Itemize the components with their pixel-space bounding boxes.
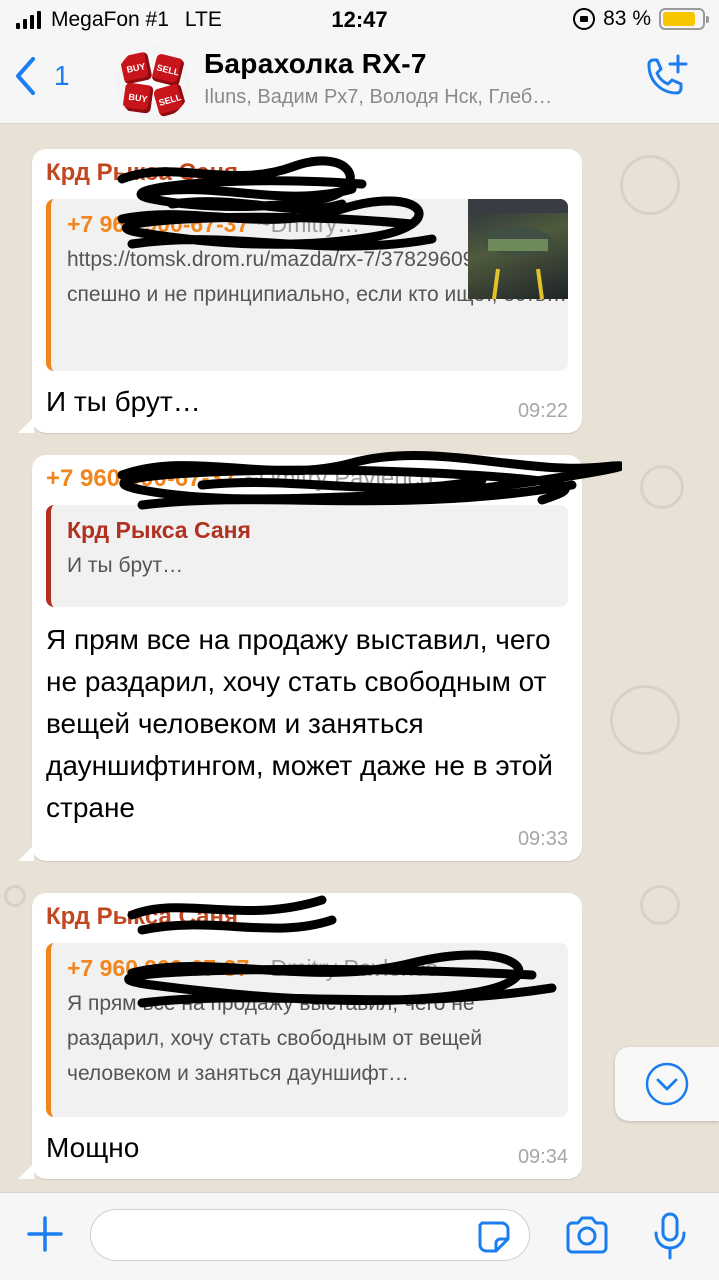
quoted-message[interactable]: +7 960 900-67-37 ~Dmitry Pavlenco Я прям … bbox=[46, 943, 568, 1117]
message-text: Мощно bbox=[46, 1132, 140, 1163]
attach-button[interactable] bbox=[24, 1213, 66, 1260]
wallpaper-doodle bbox=[620, 155, 680, 215]
avatar-dice: SELL bbox=[152, 82, 188, 118]
link-preview-thumbnail bbox=[468, 199, 568, 300]
chat-title: Барахолка RX-7 bbox=[204, 48, 427, 79]
battery-icon bbox=[659, 8, 709, 30]
scroll-to-bottom-button[interactable] bbox=[615, 1047, 719, 1121]
quoted-message[interactable]: Крд Рыкса Саня И ты брут… bbox=[46, 505, 568, 607]
wallpaper-doodle bbox=[610, 685, 680, 755]
back-button[interactable]: 1 bbox=[14, 56, 70, 96]
sticker-button[interactable] bbox=[476, 1219, 512, 1260]
message-time: 09:22 bbox=[517, 400, 568, 422]
message-list[interactable]: Крд Рыкса Саня +7 960 900-67-37 ~Dmitry… … bbox=[0, 125, 719, 1192]
avatar-dice: SELL bbox=[151, 53, 185, 87]
quoted-message[interactable]: +7 960 900-67-37 ~Dmitry… https://tomsk.d… bbox=[46, 199, 568, 371]
plus-icon bbox=[27, 1216, 63, 1252]
microphone-button[interactable] bbox=[652, 1211, 688, 1266]
wallpaper-doodle bbox=[640, 885, 680, 925]
camera-button[interactable] bbox=[564, 1215, 610, 1260]
rotation-lock-icon bbox=[573, 8, 596, 30]
call-add-icon bbox=[647, 54, 688, 95]
status-bar: MegaFon #1 LTE 12:47 83 % bbox=[0, 0, 719, 40]
quote-author: +7 960 900-67-37 ~Dmitry Pavlenco bbox=[67, 955, 439, 981]
chat-members: Iluns, Вадим Px7, Володя Нск, Глеб… bbox=[204, 86, 553, 108]
bubble-tail bbox=[18, 1163, 34, 1179]
quote-text: Я прям все на продажу выставил, чего не … bbox=[67, 992, 483, 1085]
message-input[interactable] bbox=[90, 1209, 530, 1261]
camera-icon bbox=[566, 1216, 608, 1254]
wallpaper-doodle bbox=[640, 465, 684, 509]
message-bubble[interactable]: Крд Рыкса Саня +7 960 900-67-37 ~Dmitry… … bbox=[18, 149, 582, 433]
wallpaper-doodle bbox=[4, 885, 26, 907]
message-time: 09:34 bbox=[517, 1146, 568, 1168]
avatar-dice: BUY bbox=[122, 82, 154, 114]
call-add-button[interactable] bbox=[641, 54, 689, 107]
battery-percent: 83 % bbox=[603, 7, 651, 30]
message-text: И ты брут… bbox=[46, 386, 201, 417]
avatar-dice: BUY bbox=[119, 51, 153, 85]
chat-title-block[interactable]: Барахолка RX-7 Iluns, Вадим Px7, Володя … bbox=[204, 48, 624, 109]
chat-header: 1 BUY SELL BUY SELL Барахолка RX-7 Iluns… bbox=[0, 40, 719, 124]
back-chevron-icon bbox=[16, 57, 35, 95]
composer-bar bbox=[0, 1192, 719, 1280]
quote-author: Крд Рыкса Саня bbox=[67, 517, 251, 543]
status-right: 83 % bbox=[573, 7, 709, 31]
message-time: 09:33 bbox=[517, 828, 568, 850]
chevron-down-icon bbox=[645, 1062, 689, 1106]
unread-count: 1 bbox=[54, 60, 70, 91]
quote-text: И ты брут… bbox=[67, 554, 184, 577]
sender-name[interactable]: Крд Рыкса Саня bbox=[46, 903, 568, 931]
group-avatar[interactable]: BUY SELL BUY SELL bbox=[116, 46, 190, 120]
quote-author: +7 960 900-67-37 ~Dmitry… bbox=[67, 211, 361, 237]
bubble-tail bbox=[18, 845, 34, 861]
message-text: Я прям все на продажу выставил, чего не … bbox=[46, 624, 553, 823]
bubble-tail bbox=[18, 417, 34, 433]
sender-name[interactable]: Крд Рыкса Саня bbox=[46, 159, 568, 187]
microphone-icon bbox=[654, 1212, 686, 1260]
message-bubble[interactable]: Крд Рыкса Саня +7 960 900-67-37 ~Dmitry P… bbox=[18, 893, 582, 1179]
sticker-icon bbox=[478, 1221, 510, 1253]
sender-name[interactable]: +7 960 900-67-37 ~Dmitry Pavlenco bbox=[46, 465, 568, 493]
message-bubble[interactable]: +7 960 900-67-37 ~Dmitry Pavlenco Крд Рык… bbox=[18, 450, 622, 861]
